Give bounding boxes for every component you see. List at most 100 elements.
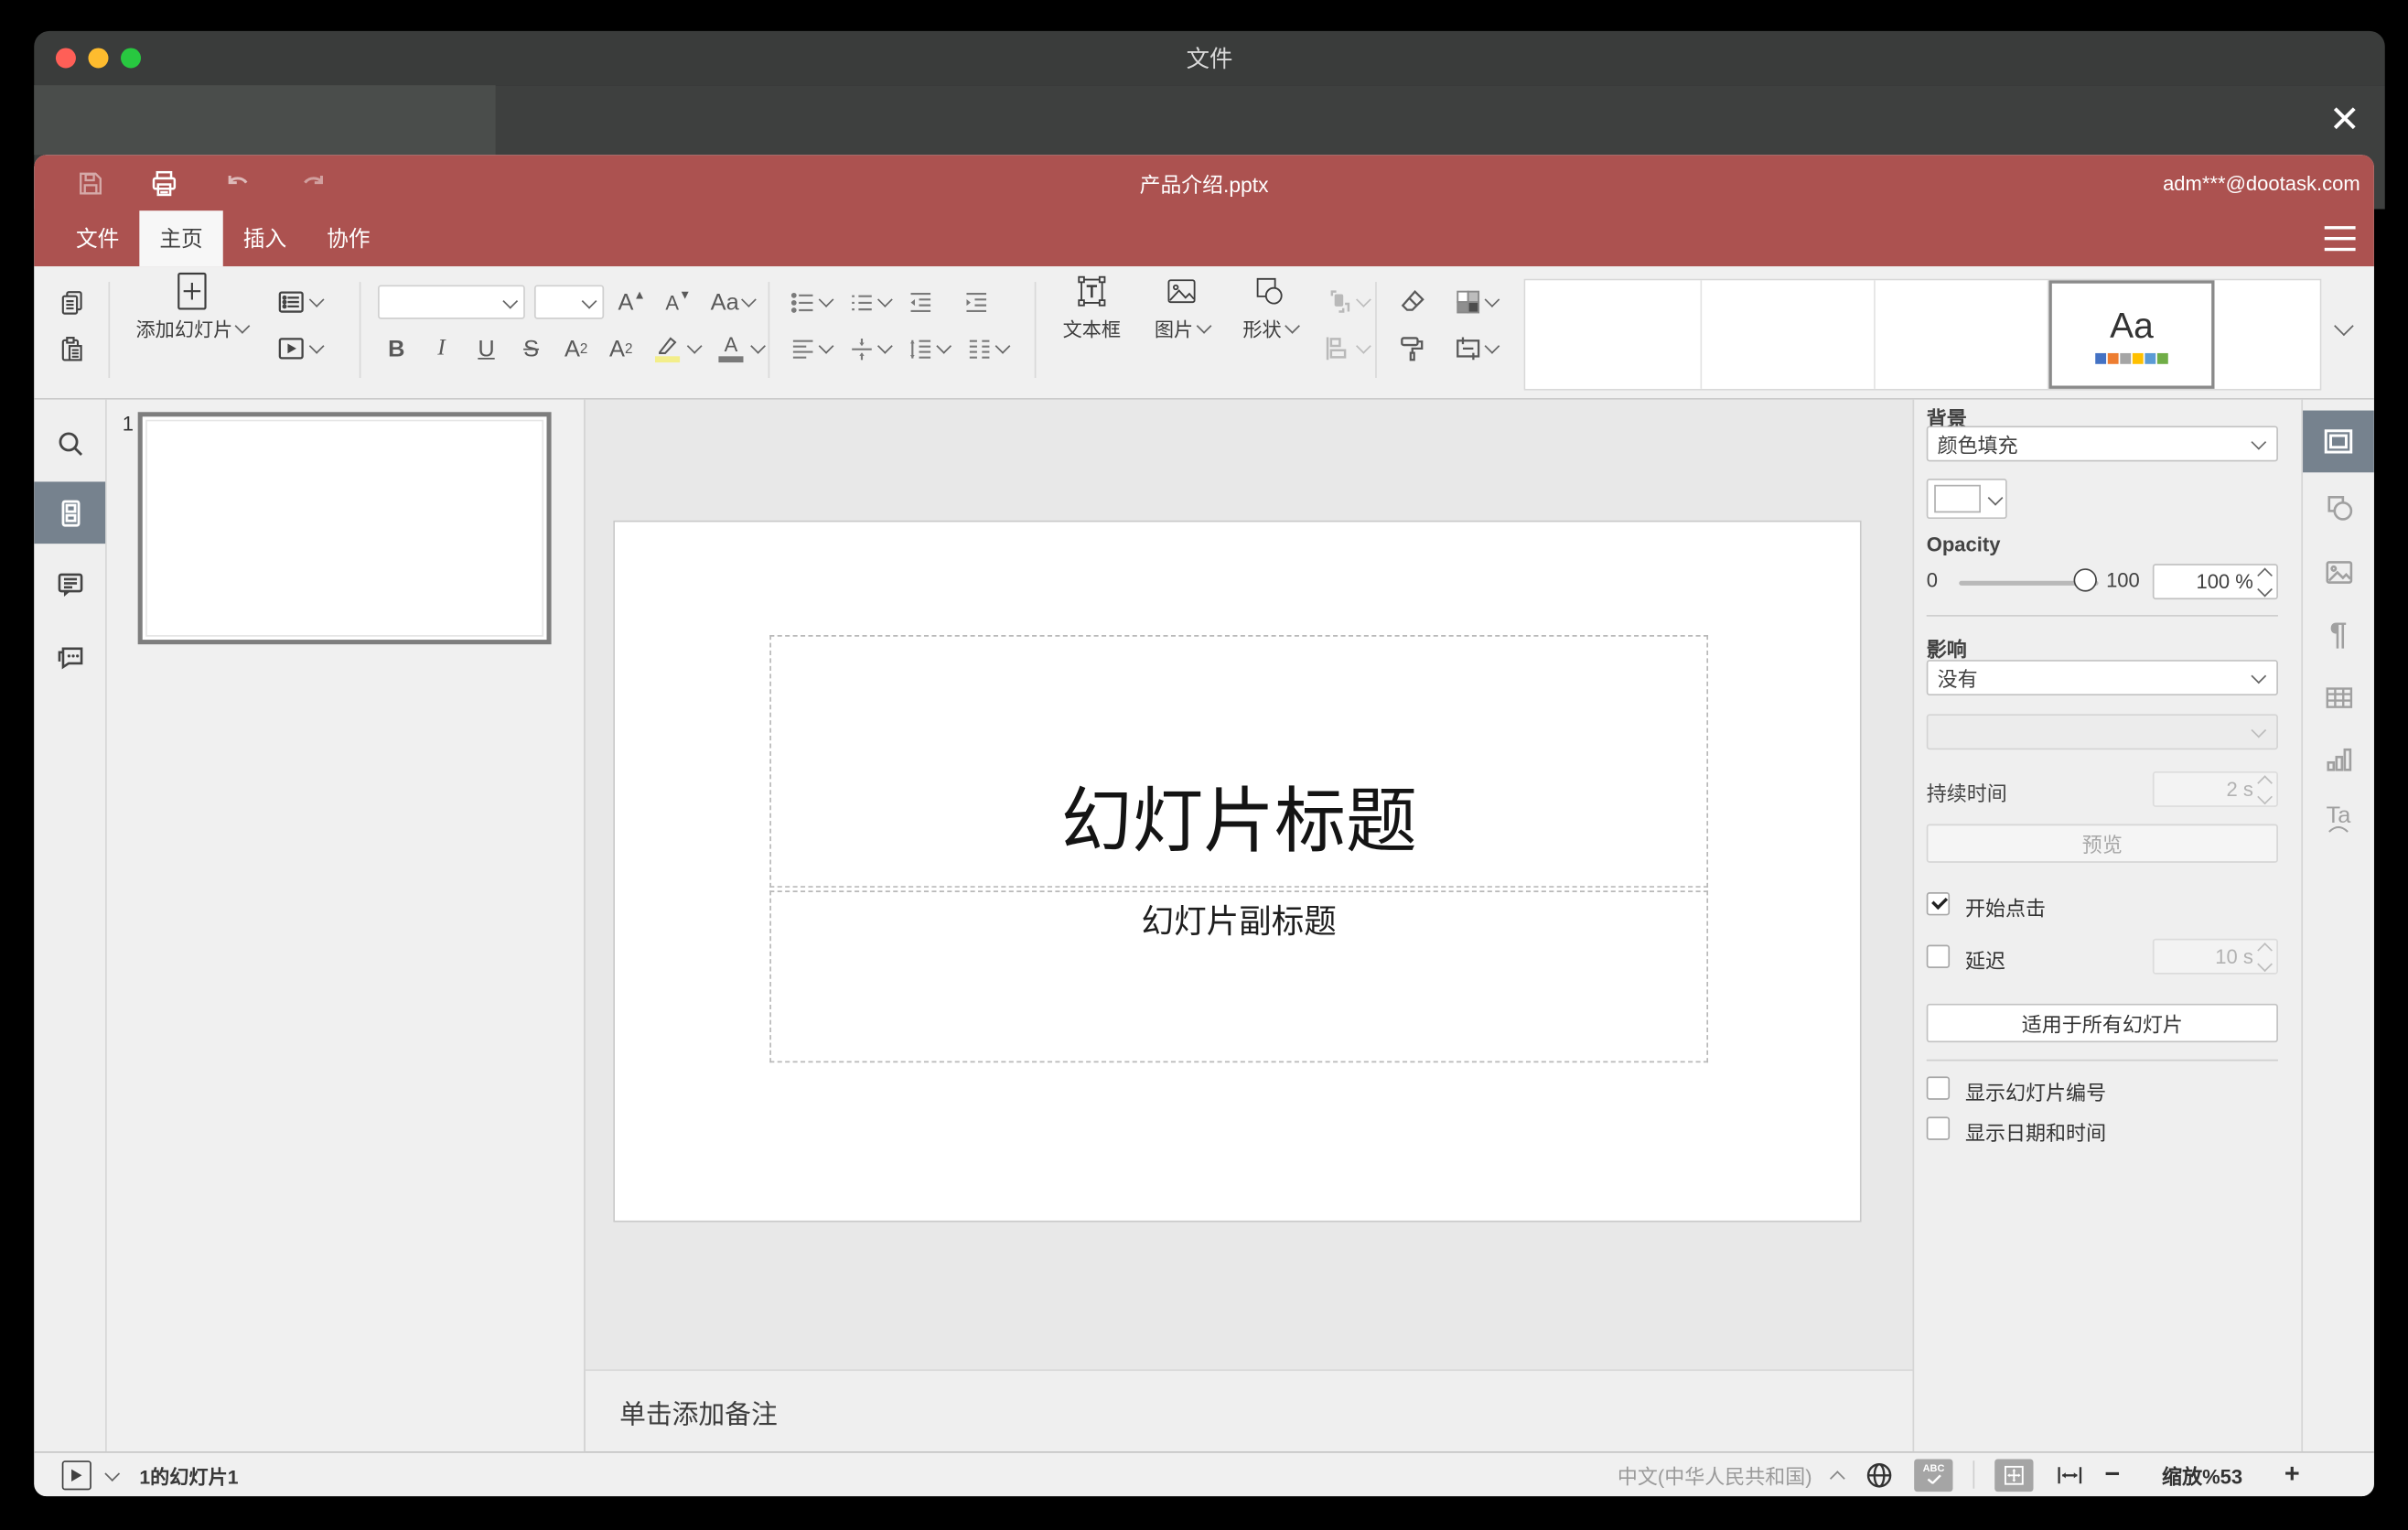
title-placeholder[interactable]: 幻灯片标题 bbox=[769, 635, 1709, 888]
bold-button[interactable]: B bbox=[378, 331, 415, 365]
show-slide-number-checkbox[interactable] bbox=[1926, 1076, 1951, 1100]
numbered-list-button[interactable] bbox=[845, 286, 892, 318]
highlight-color-button[interactable] bbox=[648, 331, 704, 365]
apply-to-all-button[interactable]: 适用于所有幻灯片 bbox=[1926, 1003, 2278, 1043]
zoom-in-button[interactable]: + bbox=[2284, 1460, 2300, 1491]
tab-file[interactable]: 文件 bbox=[56, 210, 139, 266]
chart-settings-button[interactable] bbox=[2303, 728, 2374, 791]
show-date-time-checkbox[interactable] bbox=[1926, 1116, 1951, 1140]
decrease-indent-button[interactable] bbox=[905, 286, 936, 318]
slide-subtitle-text: 幻灯片副标题 bbox=[1141, 904, 1337, 941]
increase-indent-button[interactable] bbox=[960, 286, 991, 318]
delay-label: 延迟 bbox=[1965, 949, 2006, 974]
bullet-list-button[interactable] bbox=[787, 286, 833, 318]
slide[interactable]: 幻灯片标题 幻灯片副标题 bbox=[613, 520, 1862, 1223]
slide-size-icon[interactable] bbox=[1449, 333, 1502, 364]
presentation-editor: 产品介绍.pptx adm***@dootask.com 文件 主页 插入 协作 bbox=[34, 155, 2374, 1497]
background-app-panel bbox=[34, 85, 496, 156]
image-settings-button[interactable] bbox=[2303, 541, 2374, 603]
textbox-label: 文本框 bbox=[1062, 318, 1122, 341]
close-icon[interactable]: ✕ bbox=[2323, 98, 2366, 141]
theme-option-3[interactable] bbox=[1875, 280, 2049, 389]
horizontal-align-button[interactable] bbox=[787, 333, 833, 364]
fit-to-width-button[interactable] bbox=[2054, 1460, 2085, 1491]
vertical-align-button[interactable] bbox=[845, 333, 892, 364]
opacity-slider-thumb[interactable] bbox=[2073, 568, 2097, 592]
editor-header: 产品介绍.pptx adm***@dootask.com 文件 主页 插入 协作 bbox=[34, 155, 2374, 267]
arrange-shapes-icon[interactable] bbox=[1323, 286, 1354, 318]
theme-option-2[interactable] bbox=[1702, 280, 1876, 389]
table-settings-button[interactable] bbox=[2303, 666, 2374, 728]
duration-label: 持续时间 bbox=[1926, 781, 2007, 806]
add-slide-icon bbox=[177, 272, 208, 310]
start-on-click-checkbox[interactable] bbox=[1926, 891, 1951, 916]
opacity-down-icon[interactable] bbox=[2257, 580, 2273, 597]
columns-button[interactable] bbox=[963, 333, 1010, 364]
slide-title-text: 幻灯片标题 bbox=[1060, 781, 1417, 862]
globe-icon bbox=[1866, 1462, 1891, 1487]
copy-icon[interactable] bbox=[56, 286, 87, 318]
increase-font-button[interactable]: A ▲ bbox=[613, 285, 650, 318]
language-status[interactable]: 中文(中华人民共和国) bbox=[1618, 1460, 1812, 1489]
fill-color-select[interactable] bbox=[1926, 479, 2007, 520]
theme-gallery-expand-icon[interactable] bbox=[2332, 313, 2354, 340]
font-name-select[interactable] bbox=[378, 285, 525, 319]
menu-icon[interactable] bbox=[2324, 226, 2356, 252]
slideshow-options-icon[interactable] bbox=[104, 1465, 121, 1482]
copy-style-icon[interactable] bbox=[1397, 333, 1428, 364]
shape-settings-button[interactable] bbox=[2303, 476, 2374, 538]
fit-to-slide-button[interactable] bbox=[1994, 1458, 2034, 1492]
clear-style-icon[interactable] bbox=[1397, 286, 1428, 318]
underline-button[interactable]: U bbox=[468, 331, 505, 365]
slide-settings-button[interactable] bbox=[2303, 410, 2374, 473]
font-size-select[interactable] bbox=[533, 285, 605, 319]
font-color-button[interactable]: A bbox=[711, 331, 767, 365]
superscript-button[interactable]: A2 bbox=[557, 331, 595, 365]
italic-button[interactable]: I bbox=[423, 331, 460, 365]
theme-option-1[interactable] bbox=[1525, 280, 1703, 389]
textbox-button[interactable]: 文本框 bbox=[1056, 275, 1127, 342]
delay-checkbox[interactable] bbox=[1926, 944, 1951, 968]
comments-button[interactable] bbox=[34, 553, 105, 615]
image-button[interactable]: 图片 bbox=[1143, 275, 1220, 342]
theme-option-selected[interactable]: Aa bbox=[2048, 280, 2215, 389]
language-caret-icon[interactable] bbox=[1830, 1470, 1845, 1486]
change-case-button[interactable]: Aa bbox=[706, 285, 759, 318]
slide-canvas[interactable]: 幻灯片标题 幻灯片副标题 bbox=[585, 399, 1913, 1370]
zoom-out-button[interactable]: − bbox=[2105, 1460, 2121, 1491]
start-slideshow-icon[interactable] bbox=[275, 333, 306, 364]
paste-icon[interactable] bbox=[56, 333, 87, 364]
effect-select[interactable]: 没有 bbox=[1926, 660, 2278, 696]
duration-spinner: 2 s bbox=[2152, 770, 2278, 807]
subscript-button[interactable]: A2 bbox=[602, 331, 640, 365]
line-spacing-button[interactable] bbox=[905, 333, 951, 364]
opacity-up-icon[interactable] bbox=[2257, 566, 2273, 583]
fill-type-select[interactable]: 颜色填充 bbox=[1926, 426, 2278, 462]
slide-thumbnail[interactable] bbox=[137, 412, 552, 645]
notes-area[interactable]: 单击添加备注 bbox=[585, 1369, 1913, 1452]
tab-insert[interactable]: 插入 bbox=[223, 210, 306, 266]
start-slideshow-status-button[interactable] bbox=[61, 1460, 91, 1490]
shape-button[interactable]: 形状 bbox=[1230, 275, 1310, 342]
search-button[interactable] bbox=[34, 412, 105, 474]
subtitle-placeholder[interactable]: 幻灯片副标题 bbox=[769, 890, 1709, 1063]
opacity-spinner[interactable]: 100 % bbox=[2152, 564, 2278, 600]
tab-home[interactable]: 主页 bbox=[139, 210, 223, 267]
theme-option-5[interactable] bbox=[2214, 280, 2320, 389]
color-scheme-icon[interactable] bbox=[1449, 286, 1502, 318]
spellcheck-button[interactable]: ABC bbox=[1914, 1458, 1953, 1492]
chat-button[interactable] bbox=[34, 624, 105, 686]
add-slide-button[interactable]: 添加幻灯片 bbox=[130, 272, 253, 342]
slides-panel-button[interactable] bbox=[34, 481, 106, 544]
paragraph-settings-button[interactable]: ¶ bbox=[2303, 604, 2374, 666]
document-language-button[interactable] bbox=[1863, 1460, 1894, 1491]
strikethrough-button[interactable]: S bbox=[512, 331, 550, 365]
shape-label: 形状 bbox=[1242, 318, 1282, 341]
textart-settings-button[interactable]: Ta bbox=[2303, 789, 2374, 851]
decrease-font-button[interactable]: A ▼ bbox=[660, 285, 697, 318]
align-shapes-icon[interactable] bbox=[1323, 333, 1354, 364]
search-icon bbox=[58, 431, 82, 456]
tab-collaboration[interactable]: 协作 bbox=[306, 210, 390, 266]
slide-layout-icon[interactable] bbox=[275, 286, 306, 318]
zoom-level: 缩放%53 bbox=[2162, 1464, 2243, 1488]
